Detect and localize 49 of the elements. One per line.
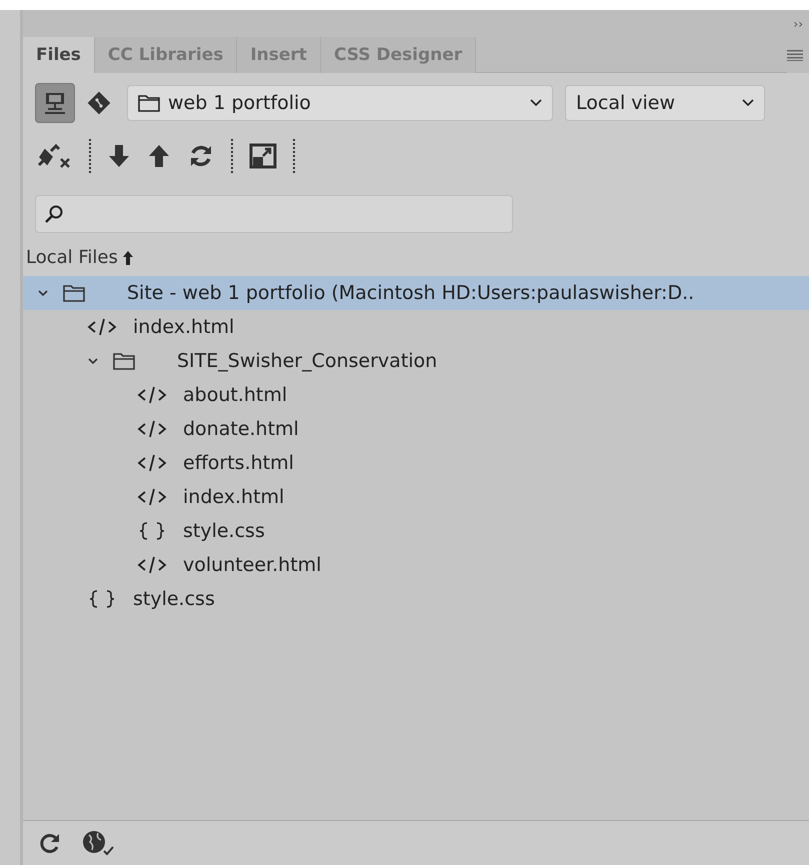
folder-icon bbox=[113, 352, 135, 370]
refresh-icon[interactable] bbox=[39, 832, 61, 854]
column-heading[interactable]: Local Files bbox=[26, 247, 118, 268]
tab[interactable]: Files bbox=[23, 37, 95, 73]
folder-icon bbox=[138, 94, 160, 112]
folder-name: Site - web 1 portfolio (Macintosh HD:Users:paulaswisher:D.. bbox=[127, 282, 694, 304]
file-name: style.css bbox=[183, 520, 265, 542]
tree-row[interactable]: Site - web 1 portfolio (Macintosh HD:Users:paulaswisher:D.. bbox=[23, 276, 809, 310]
site-name: web 1 portfolio bbox=[168, 92, 312, 114]
view-name: Local view bbox=[576, 92, 676, 114]
chevron-icon bbox=[742, 99, 754, 107]
search-field[interactable] bbox=[35, 195, 513, 233]
file-name: donate.html bbox=[183, 418, 299, 440]
code-icon bbox=[137, 420, 167, 438]
site-dropdown[interactable]: web 1 portfolio bbox=[127, 85, 553, 121]
tree-row[interactable]: volunteer.html bbox=[23, 548, 809, 582]
folder-icon bbox=[63, 284, 85, 302]
file-name: index.html bbox=[133, 316, 234, 338]
file-name: style.css bbox=[133, 588, 215, 610]
search-icon bbox=[44, 204, 64, 224]
tree-row[interactable]: SITE_Swisher_Conservation bbox=[23, 344, 809, 378]
folder-name: SITE_Swisher_Conservation bbox=[177, 350, 438, 372]
tree-row[interactable]: index.html bbox=[23, 310, 809, 344]
tree-row[interactable]: efforts.html bbox=[23, 446, 809, 480]
braces-icon bbox=[137, 522, 167, 540]
menu-icon[interactable] bbox=[787, 49, 803, 61]
code-icon bbox=[137, 386, 167, 404]
collapse-panel-button[interactable]: ›› bbox=[793, 16, 803, 30]
view-dropdown[interactable]: Local view bbox=[565, 85, 765, 121]
tree-row[interactable]: style.css bbox=[23, 514, 809, 548]
tree-row[interactable]: index.html bbox=[23, 480, 809, 514]
sort-up-icon[interactable] bbox=[122, 250, 134, 266]
file-name: volunteer.html bbox=[183, 554, 322, 576]
code-icon bbox=[137, 556, 167, 574]
tree-row[interactable]: donate.html bbox=[23, 412, 809, 446]
expand-icon[interactable] bbox=[249, 142, 277, 170]
tree-row[interactable]: about.html bbox=[23, 378, 809, 412]
globe-check-icon[interactable] bbox=[81, 829, 115, 857]
file-name: about.html bbox=[183, 384, 288, 406]
braces-icon bbox=[87, 590, 117, 608]
code-icon bbox=[137, 488, 167, 506]
site-view-toggle[interactable] bbox=[35, 83, 75, 123]
file-name: efforts.html bbox=[183, 452, 294, 474]
chevron-icon bbox=[530, 99, 542, 107]
tree-row[interactable]: style.css bbox=[23, 582, 809, 616]
network-icon bbox=[43, 91, 67, 115]
file-name: index.html bbox=[183, 486, 284, 508]
code-icon bbox=[137, 454, 167, 472]
code-icon bbox=[87, 318, 117, 336]
